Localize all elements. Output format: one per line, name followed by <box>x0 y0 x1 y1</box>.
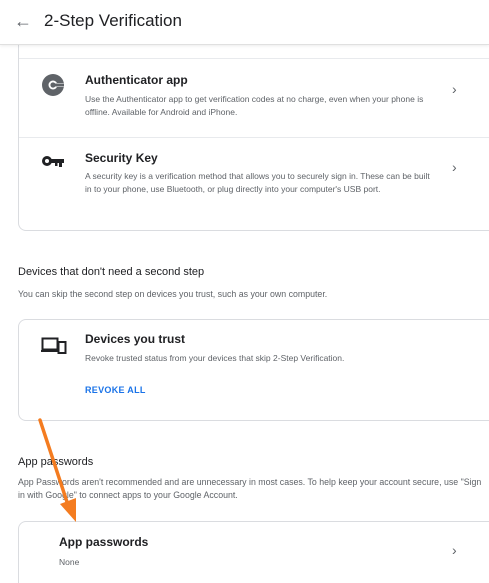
chevron-right-icon[interactable]: › <box>452 159 457 175</box>
page: Authenticator app Use the Authenticator … <box>0 0 489 583</box>
security-key-title: Security Key <box>85 151 158 165</box>
authenticator-app-row[interactable]: Authenticator app Use the Authenticator … <box>19 59 489 137</box>
devices-section-description: You can skip the second step on devices … <box>18 289 328 299</box>
revoke-all-button[interactable]: REVOKE ALL <box>85 385 146 395</box>
top-app-bar: ← 2-Step Verification <box>0 0 489 45</box>
page-title: 2-Step Verification <box>44 11 182 30</box>
authenticator-description: Use the Authenticator app to get verific… <box>85 94 424 117</box>
chevron-right-icon[interactable]: › <box>452 542 457 558</box>
devices-section-title: Devices that don't need a second step <box>18 266 205 278</box>
devices-icon <box>41 337 67 360</box>
security-key-row[interactable]: Security Key A security key is a verific… <box>19 138 489 230</box>
security-key-description: A security key is a verification method … <box>85 171 430 194</box>
app-passwords-card[interactable]: App passwords None › <box>18 521 489 583</box>
verification-methods-card: Authenticator app Use the Authenticator … <box>18 30 489 231</box>
chevron-right-icon[interactable]: › <box>452 81 457 97</box>
app-passwords-section-title: App passwords <box>18 456 94 468</box>
key-icon <box>41 154 65 175</box>
devices-you-trust-card: Devices you trust Revoke trusted status … <box>18 319 489 421</box>
arrow-left-icon[interactable]: ← <box>12 10 34 32</box>
authenticator-icon <box>41 73 65 102</box>
app-passwords-card-title: App passwords <box>59 535 149 549</box>
app-passwords-value: None <box>59 557 80 567</box>
authenticator-title: Authenticator app <box>85 73 188 87</box>
devices-you-trust-description: Revoke trusted status from your devices … <box>85 353 345 363</box>
app-passwords-section-description: App Passwords aren't recommended and are… <box>18 477 482 500</box>
devices-you-trust-title: Devices you trust <box>85 332 186 346</box>
